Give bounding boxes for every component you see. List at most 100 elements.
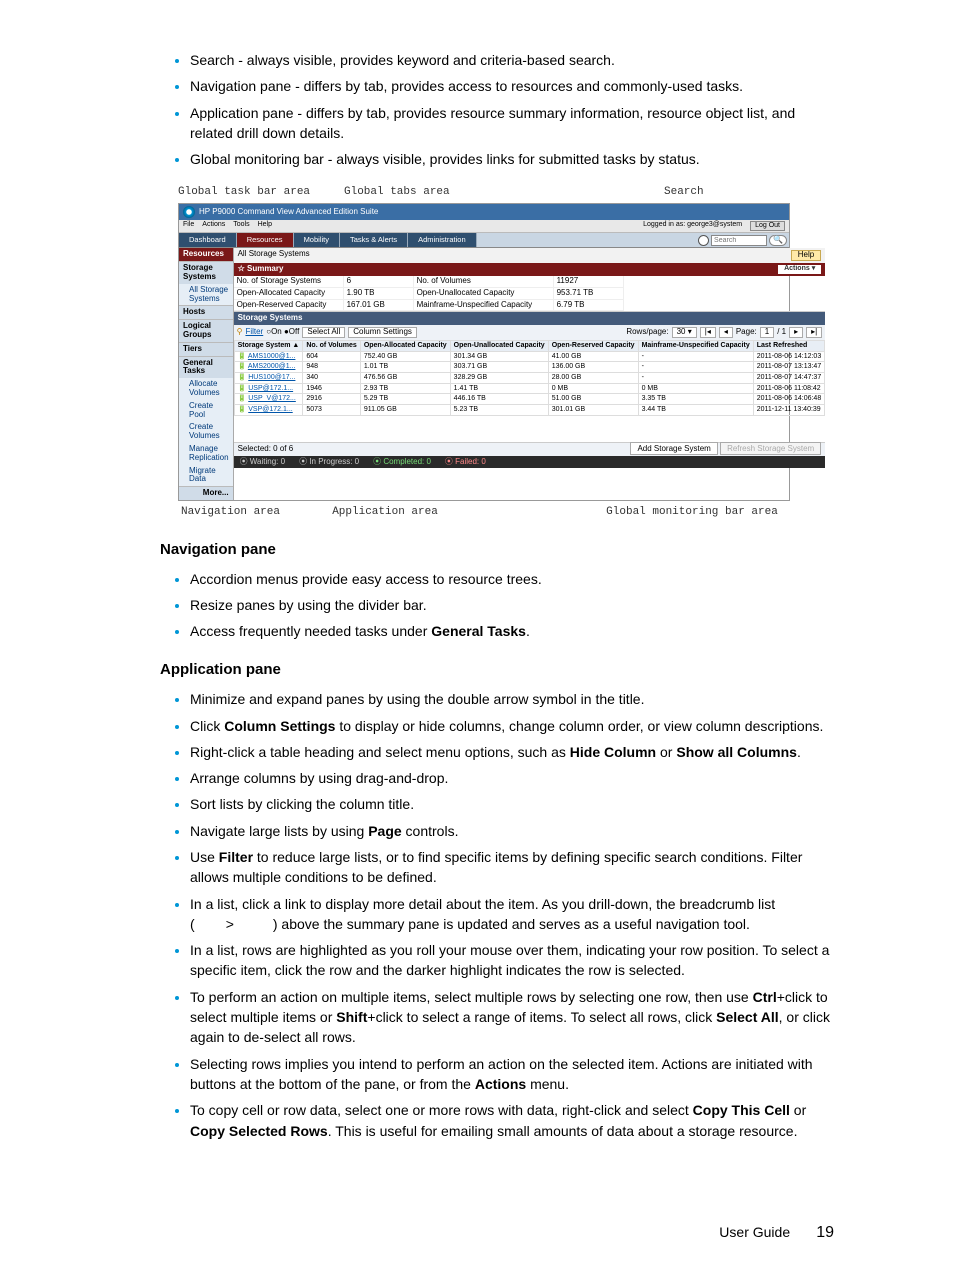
- figure-top-labels: Global task bar area Global tabs area Se…: [160, 185, 834, 203]
- storage-system-link[interactable]: USP@172.1...: [248, 385, 293, 392]
- monitor-status[interactable]: ⦿ In Progress: 0: [299, 458, 359, 467]
- nav-pane-bullet-list: Accordion menus provide easy access to r…: [160, 569, 834, 642]
- column-settings-button[interactable]: Column Settings: [348, 327, 417, 338]
- global-monitoring-bar: ⦿ Waiting: 0 ⦿ In Progress: 0 ⦿ Completed:…: [234, 456, 826, 469]
- table-cell: 🔋 AMS2000@1...: [234, 362, 303, 373]
- nav-item[interactable]: All Storage Systems: [179, 284, 233, 306]
- rows-per-page-select[interactable]: 30 ▾: [672, 327, 697, 338]
- table-cell: 752.40 GB: [360, 351, 450, 362]
- monitor-status[interactable]: ⦿ Waiting: 0: [240, 458, 286, 467]
- figure-bottom-labels: Navigation area Application area Global …: [160, 501, 834, 521]
- column-header[interactable]: Mainframe-Unspecified Capacity: [638, 340, 753, 351]
- page-input[interactable]: 1: [760, 327, 774, 338]
- add-storage-system-button[interactable]: Add Storage System: [630, 442, 717, 455]
- list-item: Arrange columns by using drag-and-drop.: [190, 768, 834, 788]
- column-header[interactable]: Open-Reserved Capacity: [548, 340, 638, 351]
- table-row[interactable]: 🔋 VSP@172.1...5073911.05 GB5.23 TB301.01…: [234, 405, 825, 416]
- page-prev-button[interactable]: ◂: [719, 327, 733, 338]
- menu-item[interactable]: Actions: [202, 221, 225, 228]
- summary-cell: Mainframe-Unspecified Capacity: [414, 300, 554, 312]
- table-cell: 5073: [303, 405, 360, 416]
- logout-button[interactable]: Log Out: [750, 221, 785, 231]
- table-cell: 28.00 GB: [548, 373, 638, 384]
- nav-item[interactable]: Allocate Volumes: [179, 378, 233, 400]
- search-input[interactable]: [711, 235, 767, 246]
- list-item: Global monitoring bar - always visible, …: [190, 149, 834, 169]
- storage-system-link[interactable]: AMS1000@1...: [248, 353, 296, 360]
- tab-mobility[interactable]: Mobility: [294, 233, 340, 247]
- overview-bullet-list: Search - always visible, provides keywor…: [160, 50, 834, 169]
- nav-group[interactable]: Hosts: [179, 305, 233, 319]
- help-button[interactable]: Help: [791, 250, 821, 261]
- list-item: Selecting rows implies you intend to per…: [190, 1054, 834, 1095]
- page-first-button[interactable]: |◂: [700, 327, 716, 338]
- page-last-button[interactable]: ▸|: [806, 327, 822, 338]
- menu-item[interactable]: Help: [258, 221, 272, 228]
- monitor-status[interactable]: ⦿ Completed: 0: [373, 458, 431, 467]
- nav-group[interactable]: Storage Systems: [179, 261, 233, 284]
- table-row[interactable]: 🔋 USP_V@172...29165.29 TB446.16 TB51.00 …: [234, 394, 825, 405]
- nav-item[interactable]: Create Pool: [179, 400, 233, 422]
- logged-in-text: Logged in as: george3@system: [643, 221, 742, 231]
- nav-group[interactable]: Tiers: [179, 342, 233, 356]
- table-cell: 604: [303, 351, 360, 362]
- monitor-status[interactable]: ⦿ Failed: 0: [445, 458, 486, 467]
- nav-more[interactable]: More...: [179, 486, 233, 500]
- label-navigation-area: Navigation area: [160, 505, 290, 521]
- table-cell: 476.56 GB: [360, 373, 450, 384]
- menu-item[interactable]: Tools: [233, 221, 249, 228]
- storage-systems-table: Storage System ▲No. of VolumesOpen-Alloc…: [234, 340, 826, 416]
- tab-tasks-alerts[interactable]: Tasks & Alerts: [340, 233, 408, 247]
- app-title: HP P9000 Command View Advanced Edition S…: [199, 208, 378, 217]
- table-cell: 2011-08-06 14:06:48: [753, 394, 824, 405]
- column-header[interactable]: Open-Unallocated Capacity: [450, 340, 548, 351]
- storage-system-link[interactable]: AMS2000@1...: [248, 363, 296, 370]
- list-item: Navigate large lists by using Page contr…: [190, 821, 834, 841]
- table-cell: 301.01 GB: [548, 405, 638, 416]
- storage-system-link[interactable]: USP_V@172...: [248, 395, 296, 402]
- table-cell: 1.41 TB: [450, 383, 548, 394]
- column-header[interactable]: No. of Volumes: [303, 340, 360, 351]
- table-cell: 911.05 GB: [360, 405, 450, 416]
- list-item: Resize panes by using the divider bar.: [190, 595, 834, 615]
- table-row[interactable]: 🔋 AMS2000@1...9481.01 TB303.71 GB136.00 …: [234, 362, 825, 373]
- filter-link[interactable]: Filter: [245, 328, 263, 337]
- table-cell: 🔋 USP_V@172...: [234, 394, 303, 405]
- search-box[interactable]: 🔍: [696, 233, 789, 247]
- summary-cell: 953.71 TB: [554, 288, 624, 300]
- select-all-button[interactable]: Select All: [302, 327, 345, 338]
- column-header[interactable]: Open-Allocated Capacity: [360, 340, 450, 351]
- tab-dashboard[interactable]: Dashboard: [179, 233, 237, 247]
- column-header[interactable]: Last Refreshed: [753, 340, 824, 351]
- search-icon: [698, 235, 709, 246]
- nav-group[interactable]: Logical Groups: [179, 319, 233, 342]
- nav-item[interactable]: Manage Replication: [179, 443, 233, 465]
- nav-item[interactable]: Create Volumes: [179, 421, 233, 443]
- table-cell: 41.00 GB: [548, 351, 638, 362]
- nav-item[interactable]: Migrate Data: [179, 465, 233, 487]
- page-footer: User Guide 19: [160, 1221, 834, 1244]
- list-item: Application pane - differs by tab, provi…: [190, 103, 834, 144]
- list-item: In a list, click a link to display more …: [190, 894, 834, 935]
- storage-system-link[interactable]: VSP@172.1...: [248, 406, 292, 413]
- nav-group[interactable]: General Tasks: [179, 356, 233, 379]
- storage-system-link[interactable]: HUS100@17...: [248, 374, 295, 381]
- table-row[interactable]: 🔋 AMS1000@1...604752.40 GB301.34 GB41.00…: [234, 351, 825, 362]
- refresh-storage-system-button[interactable]: Refresh Storage System: [720, 442, 821, 455]
- table-cell: 136.00 GB: [548, 362, 638, 373]
- table-cell: -: [638, 362, 753, 373]
- menu-item[interactable]: File: [183, 221, 194, 228]
- filter-icon: ⚲: [237, 328, 243, 337]
- search-go-icon[interactable]: 🔍: [769, 235, 787, 246]
- page-next-button[interactable]: ▸: [789, 327, 803, 338]
- table-cell: 446.16 TB: [450, 394, 548, 405]
- tab-administration[interactable]: Administration: [408, 233, 477, 247]
- table-row[interactable]: 🔋 HUS100@17...340476.56 GB328.29 GB28.00…: [234, 373, 825, 384]
- rows-per-page-label: Rows/page:: [626, 328, 668, 337]
- actions-button[interactable]: Actions ▾: [778, 265, 821, 274]
- table-row[interactable]: 🔋 USP@172.1...19462.93 TB1.41 TB0 MB0 MB…: [234, 383, 825, 394]
- selected-count: Selected: 0 of 6: [238, 445, 294, 454]
- footer-page-number: 19: [794, 1221, 834, 1244]
- tab-resources[interactable]: Resources: [237, 233, 294, 247]
- column-header[interactable]: Storage System ▲: [234, 340, 303, 351]
